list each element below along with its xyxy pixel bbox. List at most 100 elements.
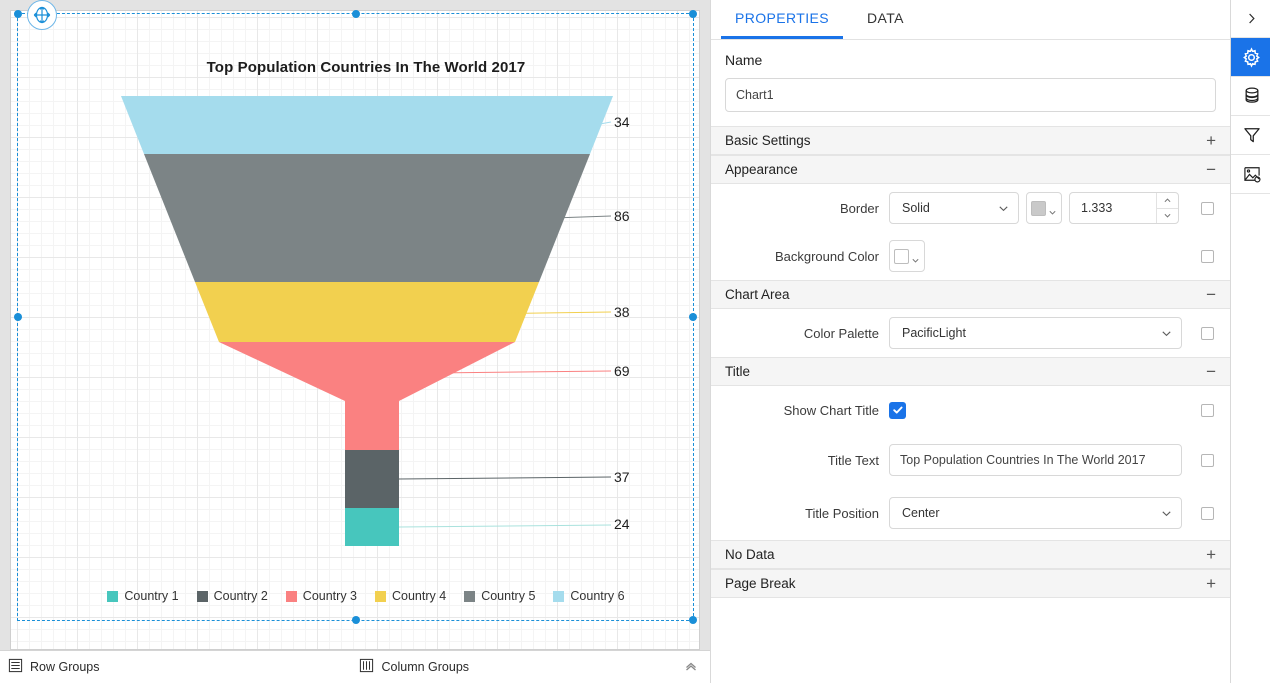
legend-label: Country 2 [213,589,268,603]
border-label: Border [839,200,879,216]
legend-item[interactable]: Country 1 [107,589,179,603]
border-style-select[interactable]: Solid [889,192,1019,224]
database-icon[interactable] [1231,77,1270,116]
legend-item[interactable]: Country 3 [285,589,357,603]
title-text-input[interactable]: Top Population Countries In The World 20… [889,444,1182,476]
funnel-segment-country-1[interactable] [345,508,399,546]
section-appearance[interactable]: Appearance − [711,155,1230,184]
section-basic-settings[interactable]: Basic Settings + [711,126,1230,155]
legend-item[interactable]: Country 6 [553,589,625,603]
section-title: Chart Area [725,287,790,302]
section-title: Appearance [725,162,798,177]
background-color-row: Background Color [711,232,1230,280]
chevron-up-icon[interactable] [684,659,698,676]
show-chart-title-expression-checkbox[interactable] [1201,403,1214,417]
chart-legend: Country 1 Country 2 Country 3 Country 4 [33,589,699,603]
legend-swatch-icon [285,590,297,602]
legend-swatch-icon [553,590,565,602]
legend-item[interactable]: Country 5 [464,589,535,603]
border-expression-checkbox[interactable] [1201,201,1214,215]
design-surface[interactable]: Top Population Countries In The World 20… [0,0,710,683]
report-body-canvas[interactable]: Top Population Countries In The World 20… [10,10,700,650]
funnel-segment-country-3[interactable] [219,342,515,450]
funnel-segment-country-5[interactable] [144,154,590,282]
funnel-segment-country-2[interactable] [345,450,399,508]
title-text-label: Title Text [827,452,879,468]
panel-tabs: PROPERTIES DATA [711,0,1230,40]
section-toggle-icon[interactable]: − [1206,161,1216,178]
legend-swatch-icon [107,590,119,602]
tab-properties[interactable]: PROPERTIES [721,0,843,39]
data-label-country-3: 69 [614,363,630,379]
row-groups-label: Row Groups [30,660,100,674]
image-settings-icon[interactable] [1231,155,1270,194]
border-row: Border Solid 1.333 [711,184,1230,232]
section-no-data[interactable]: No Data + [711,540,1230,569]
legend-swatch-icon [375,590,386,602]
section-toggle-icon[interactable]: − [1206,363,1216,380]
move-crosshair-icon[interactable] [27,0,57,30]
name-input[interactable]: Chart1 [725,78,1216,112]
background-color-label: Background Color [774,248,879,264]
leader-line-country-2 [398,476,612,480]
title-position-expression-checkbox[interactable] [1201,506,1214,520]
expand-chevron-right-icon[interactable] [1231,0,1270,38]
background-color-expression-checkbox[interactable] [1201,249,1214,263]
color-palette-expression-checkbox[interactable] [1201,326,1214,340]
legend-label: Country 5 [481,589,536,603]
title-text-expression-checkbox[interactable] [1201,453,1214,467]
column-groups-button[interactable]: Column Groups [359,658,469,676]
legend-label: Country 4 [392,589,447,603]
stepper-arrows[interactable] [1156,193,1178,223]
color-palette-select[interactable]: PacificLight [889,317,1182,349]
chevron-down-icon [911,252,920,263]
name-field-label: Name [725,52,763,68]
legend-label: Country 3 [302,589,357,603]
section-title: No Data [725,547,775,562]
data-label-country-6: 34 [614,114,630,130]
section-toggle-icon[interactable]: + [1206,132,1216,149]
groups-bar: Row Groups Column Groups [0,650,710,683]
legend-item[interactable]: Country 4 [375,589,446,603]
data-label-country-5: 86 [614,208,630,224]
title-position-select[interactable]: Center [889,497,1182,529]
chevron-down-icon [1048,204,1057,215]
column-groups-label: Column Groups [381,660,470,674]
section-toggle-icon[interactable]: + [1206,546,1216,563]
leader-line-country-1 [398,524,612,528]
title-position-value: Center [902,506,940,520]
row-groups-button[interactable]: Row Groups [8,658,99,676]
funnel-chart[interactable]: Top Population Countries In The World 20… [33,29,699,627]
name-block: Name Chart1 [711,40,1230,126]
border-width-value: 1.333 [1081,201,1113,215]
border-color-picker[interactable] [1026,192,1062,224]
section-toggle-icon[interactable]: + [1206,575,1216,592]
section-title-group[interactable]: Title − [711,357,1230,386]
legend-swatch-icon [196,590,208,602]
funnel-segment-country-4[interactable] [195,282,539,342]
show-chart-title-checkbox[interactable] [889,401,906,419]
chevron-down-icon [997,202,1010,215]
title-position-label: Title Position [805,505,879,521]
gear-icon[interactable] [1231,38,1270,77]
section-title: Basic Settings [725,133,811,148]
chevron-down-icon[interactable] [1157,207,1178,224]
legend-item[interactable]: Country 2 [196,589,268,603]
tab-data[interactable]: DATA [853,0,918,39]
border-width-stepper[interactable]: 1.333 [1069,192,1179,224]
report-designer-window: Top Population Countries In The World 20… [0,0,1270,683]
chevron-up-icon[interactable] [1157,193,1178,208]
legend-swatch-icon [464,590,476,602]
rail-spacer [1231,194,1270,683]
properties-body: Name Chart1 Basic Settings + Appearance … [711,40,1230,683]
title-position-row: Title Position Center [711,486,1230,540]
section-toggle-icon[interactable]: − [1206,286,1216,303]
section-page-break[interactable]: Page Break + [711,569,1230,598]
color-swatch-icon [894,248,909,264]
show-chart-title-row: Show Chart Title [711,386,1230,434]
filter-funnel-icon[interactable] [1231,116,1270,155]
section-chart-area[interactable]: Chart Area − [711,280,1230,309]
background-color-picker[interactable] [889,240,925,272]
color-swatch-icon [1031,200,1046,216]
funnel-segment-country-6[interactable] [121,96,613,154]
